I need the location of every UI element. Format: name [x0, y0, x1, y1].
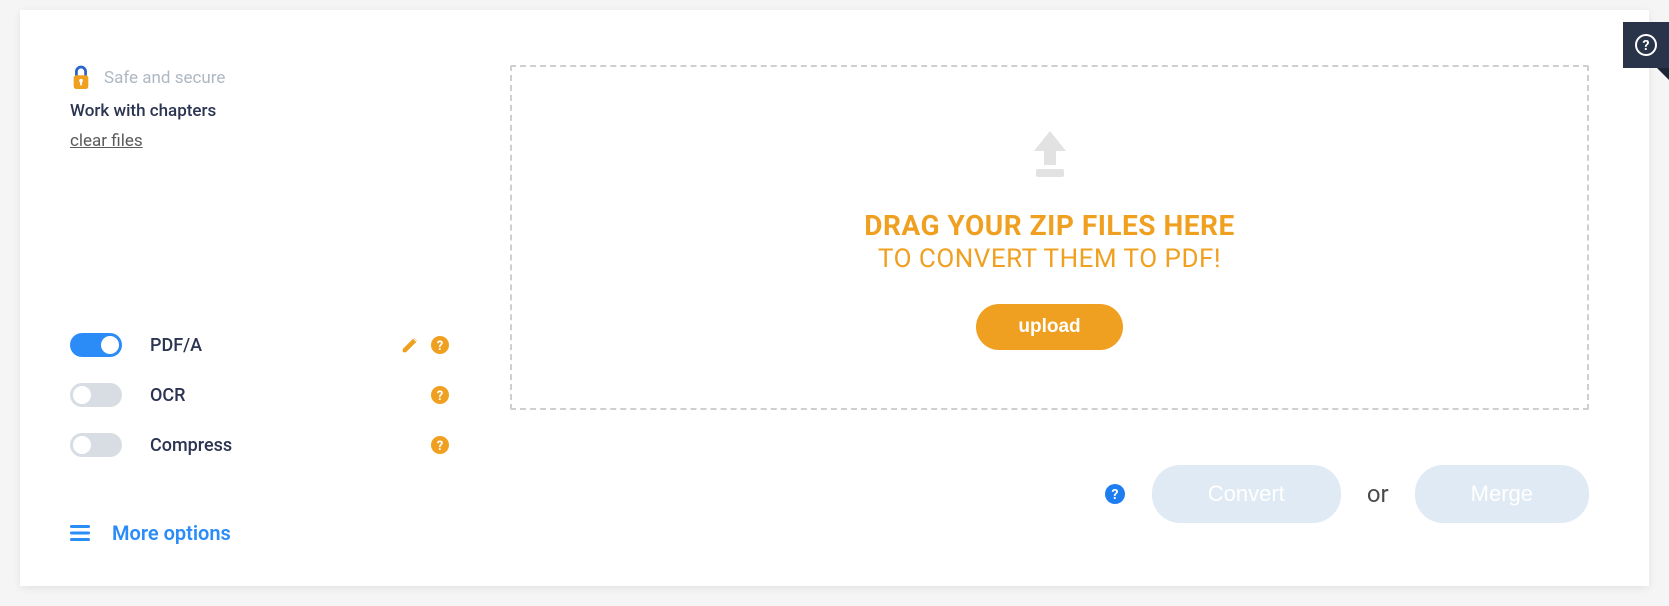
clear-files-link[interactable]: clear files [70, 131, 450, 151]
svg-text:?: ? [1111, 487, 1118, 503]
svg-text:?: ? [1643, 38, 1650, 54]
dropzone[interactable]: DRAG YOUR ZIP FILES HERE TO CONVERT THEM… [510, 65, 1589, 410]
upload-button[interactable]: upload [976, 304, 1122, 350]
toggle-label-ocr: OCR [150, 385, 430, 406]
help-tab[interactable]: ? [1623, 22, 1669, 68]
safe-secure-label: Safe and secure [104, 68, 225, 88]
or-label: or [1367, 480, 1389, 508]
work-with-chapters-label: Work with chapters [70, 101, 450, 121]
toggle-row-pdfa: PDF/A ? [70, 331, 450, 359]
help-icon[interactable]: ? [430, 385, 450, 405]
pencil-icon[interactable] [400, 335, 420, 355]
toggle-row-compress: Compress ? [70, 431, 450, 459]
toggle-pdfa[interactable] [70, 333, 122, 357]
main-card: Safe and secure Work with chapters clear… [20, 10, 1649, 586]
right-panel: DRAG YOUR ZIP FILES HERE TO CONVERT THEM… [500, 10, 1649, 586]
safe-row: Safe and secure [70, 65, 450, 91]
upload-icon [1022, 125, 1078, 181]
svg-text:?: ? [437, 339, 443, 354]
svg-text:?: ? [437, 439, 443, 454]
dropzone-subtitle: TO CONVERT THEM TO PDF! [878, 244, 1221, 274]
toggle-label-compress: Compress [150, 435, 430, 456]
merge-button[interactable]: Merge [1415, 465, 1589, 523]
help-icon[interactable]: ? [430, 335, 450, 355]
lock-icon [70, 65, 92, 91]
dropzone-title: DRAG YOUR ZIP FILES HERE [864, 209, 1234, 242]
convert-button[interactable]: Convert [1152, 465, 1341, 523]
left-panel: Safe and secure Work with chapters clear… [20, 10, 500, 586]
toggles-section: PDF/A ? OCR ? [70, 331, 450, 481]
bottom-actions: ? Convert or Merge [510, 465, 1589, 523]
svg-text:?: ? [437, 389, 443, 404]
help-icon[interactable]: ? [430, 435, 450, 455]
hamburger-icon [70, 525, 90, 541]
toggle-row-ocr: OCR ? [70, 381, 450, 409]
more-options-button[interactable]: More options [70, 521, 450, 545]
more-options-label: More options [112, 521, 231, 545]
toggle-label-pdfa: PDF/A [150, 335, 400, 356]
toggle-compress[interactable] [70, 433, 122, 457]
toggle-ocr[interactable] [70, 383, 122, 407]
help-icon[interactable]: ? [1104, 483, 1126, 505]
